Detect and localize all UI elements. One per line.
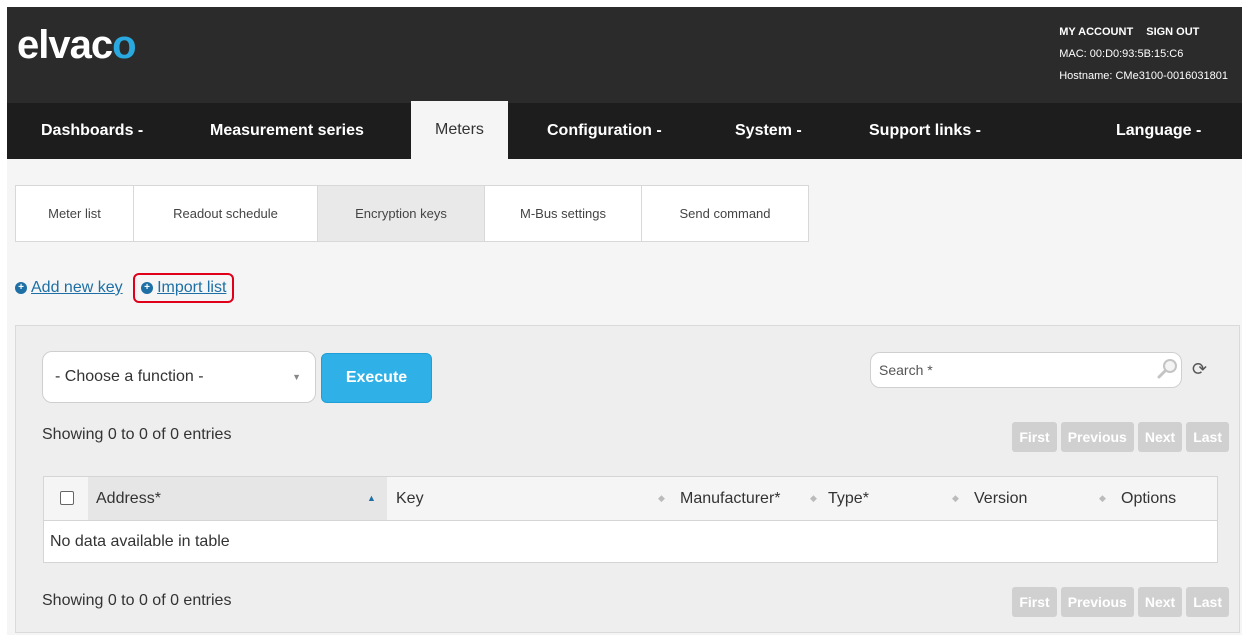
- entries-info-bottom: Showing 0 to 0 of 0 entries: [42, 592, 232, 609]
- account-area: MY ACCOUNT SIGN OUT MAC: 00:D0:93:5B:15:…: [1059, 21, 1228, 87]
- sort-icon: ◆: [658, 493, 665, 503]
- col-manufacturer[interactable]: Manufacturer*: [680, 477, 781, 520]
- sort-asc-icon: ▲: [367, 493, 376, 503]
- next-page-button[interactable]: Next: [1137, 422, 1183, 452]
- keys-panel: - Choose a function - ▼ Execute ⟳ Showin…: [15, 325, 1240, 633]
- nav-system[interactable]: System -: [735, 103, 802, 159]
- col-key[interactable]: Key: [396, 477, 424, 520]
- col-options[interactable]: Options: [1121, 477, 1176, 520]
- search-input[interactable]: [870, 352, 1182, 388]
- key-actions: + Add new key + Import list: [15, 273, 235, 303]
- sort-icon: ◆: [810, 493, 817, 503]
- app-frame: elvaco MY ACCOUNT SIGN OUT MAC: 00:D0:93…: [7, 7, 1242, 635]
- import-list-link[interactable]: + Import list: [141, 279, 226, 297]
- pagination-top: First Previous Next Last: [1012, 422, 1229, 452]
- last-page-button[interactable]: Last: [1186, 587, 1229, 617]
- mac-address: MAC: 00:D0:93:5B:15:C6: [1059, 48, 1184, 60]
- pagination-bottom: First Previous Next Last: [1012, 587, 1229, 617]
- refresh-icon[interactable]: ⟳: [1192, 359, 1207, 380]
- tab-mbus-settings[interactable]: M-Bus settings: [485, 186, 642, 241]
- nav-measurement-series[interactable]: Measurement series: [210, 103, 364, 159]
- col-address[interactable]: Address*: [88, 477, 387, 520]
- execute-button[interactable]: Execute: [321, 353, 432, 403]
- next-page-button[interactable]: Next: [1137, 587, 1183, 617]
- nav-configuration[interactable]: Configuration -: [547, 103, 662, 159]
- function-select[interactable]: - Choose a function - ▼: [42, 351, 316, 403]
- main-nav: Dashboards - Measurement series Meters C…: [7, 101, 1242, 159]
- nav-dashboards[interactable]: Dashboards -: [41, 103, 143, 159]
- sign-out-link[interactable]: SIGN OUT: [1146, 26, 1199, 38]
- nav-support-links[interactable]: Support links -: [869, 103, 981, 159]
- tab-send-command[interactable]: Send command: [642, 186, 808, 241]
- sort-icon: ◆: [952, 493, 959, 503]
- my-account-link[interactable]: MY ACCOUNT: [1059, 26, 1133, 38]
- top-header: elvaco MY ACCOUNT SIGN OUT MAC: 00:D0:93…: [7, 7, 1242, 103]
- nav-language[interactable]: Language -: [1116, 103, 1201, 159]
- chevron-down-icon: ▼: [292, 372, 301, 382]
- meters-subtabs: Meter list Readout schedule Encryption k…: [15, 185, 809, 242]
- last-page-button[interactable]: Last: [1186, 422, 1229, 452]
- nav-meters[interactable]: Meters: [411, 101, 508, 159]
- elvaco-logo: elvaco: [17, 23, 137, 67]
- first-page-button[interactable]: First: [1012, 587, 1057, 617]
- add-new-key-link[interactable]: + Add new key: [15, 279, 123, 297]
- import-list-highlight: + Import list: [133, 273, 235, 303]
- tab-meter-list[interactable]: Meter list: [16, 186, 134, 241]
- select-all-checkbox[interactable]: [60, 491, 74, 505]
- tab-encryption-keys[interactable]: Encryption keys: [318, 186, 485, 241]
- previous-page-button[interactable]: Previous: [1060, 587, 1134, 617]
- col-version[interactable]: Version: [974, 477, 1027, 520]
- entries-info-top: Showing 0 to 0 of 0 entries: [42, 426, 232, 443]
- plus-circle-icon: +: [141, 282, 154, 294]
- first-page-button[interactable]: First: [1012, 422, 1057, 452]
- table-header: Address* ▲ Key ◆ Manufacturer* ◆ Type* ◆…: [44, 477, 1217, 521]
- col-type[interactable]: Type*: [828, 477, 869, 520]
- table-empty-row: No data available in table: [50, 533, 230, 550]
- tab-readout-schedule[interactable]: Readout schedule: [134, 186, 318, 241]
- hostname: Hostname: CMe3100-0016031801: [1059, 70, 1228, 82]
- sort-icon: ◆: [1099, 493, 1106, 503]
- previous-page-button[interactable]: Previous: [1060, 422, 1134, 452]
- keys-table: Address* ▲ Key ◆ Manufacturer* ◆ Type* ◆…: [43, 476, 1218, 563]
- search-icon[interactable]: [1156, 356, 1180, 380]
- plus-circle-icon: +: [15, 282, 27, 294]
